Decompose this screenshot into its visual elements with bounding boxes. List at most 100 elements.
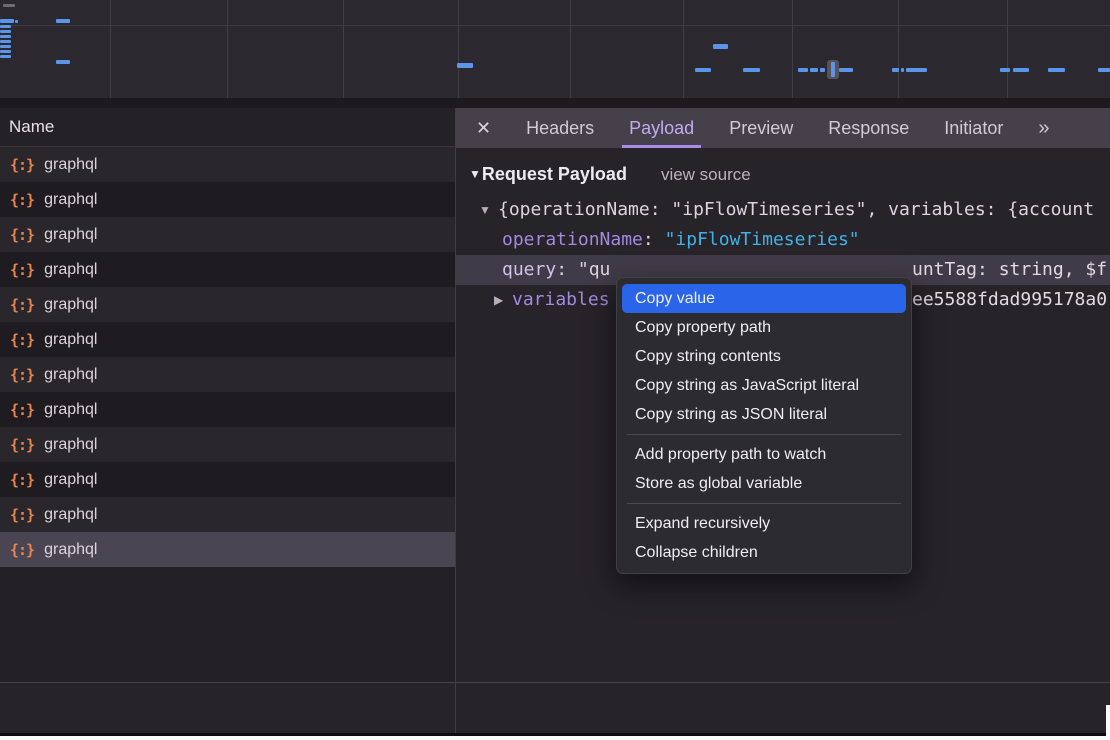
timeline-bar [901, 68, 904, 72]
tab-headers[interactable]: Headers [526, 108, 594, 148]
menu-item-copy-string-as-json-literal[interactable]: Copy string as JSON literal [622, 400, 906, 429]
expanded-arrow-icon[interactable]: ▼ [479, 195, 491, 225]
timeline-bar [0, 19, 14, 23]
menu-item-copy-property-path[interactable]: Copy property path [622, 313, 906, 342]
request-list: {:} graphql {:} graphql {:} graphql {:} graphql… [0, 147, 455, 567]
overview-gridline [227, 0, 228, 98]
json-braces-icon: {:} [10, 506, 34, 524]
timeline-bar [3, 4, 15, 7]
json-braces-icon: {:} [10, 366, 34, 384]
menu-item-collapse-children[interactable]: Collapse children [622, 538, 906, 567]
detail-tabs: Headers Payload Preview Response Initiator [526, 108, 1038, 148]
timeline-bar [0, 30, 11, 33]
close-icon[interactable]: ✕ [476, 108, 491, 148]
request-row-label: graphql [44, 401, 97, 419]
overview-gridline [1007, 0, 1008, 98]
json-braces-icon: {:} [10, 296, 34, 314]
request-row[interactable]: {:} graphql [0, 392, 455, 427]
request-row[interactable]: {:}graphql [0, 427, 455, 462]
request-row[interactable]: {:}graphql [0, 357, 455, 392]
timeline-selected-marker-core [831, 62, 835, 77]
json-braces-icon: {:} [10, 191, 34, 209]
tree-segment: "qu [578, 259, 611, 280]
request-row-label: graphql [44, 541, 97, 559]
overview-gridline [898, 0, 899, 98]
name-column-header[interactable]: Name [0, 108, 455, 147]
request-payload-header: ▼Request Payload view source [455, 148, 1110, 185]
timeline-bar [695, 68, 711, 72]
request-row[interactable]: {:} graphql [0, 497, 455, 532]
tree-segment: : [556, 259, 578, 280]
tree-segment: operationName [502, 229, 643, 250]
panel-divider[interactable] [455, 108, 456, 733]
request-row[interactable]: {:}graphql [0, 462, 455, 497]
tab-payload[interactable]: Payload [622, 108, 701, 148]
detail-tabbar: ✕ Headers Payload Preview Response Initiator… [455, 108, 1110, 148]
overview-gridline [683, 0, 684, 98]
tab-response[interactable]: Response [828, 108, 909, 148]
menu-item-expand-recursively[interactable]: Expand recursively [622, 509, 906, 538]
timeline-bar [15, 20, 18, 23]
timeline-bar [0, 25, 11, 28]
tree-segment: variables [512, 289, 610, 310]
menu-item-copy-string-contents[interactable]: Copy string contents [622, 342, 906, 371]
timeline-bar [810, 68, 818, 72]
json-braces-icon: {:} [10, 541, 34, 559]
collapsed-arrow-icon[interactable]: ▶ [494, 285, 503, 315]
view-source-link[interactable]: view source [661, 165, 751, 185]
overview-bottom-strip [0, 98, 1110, 108]
network-overview[interactable] [0, 0, 1110, 98]
timeline-bar [0, 50, 11, 53]
tree-segment: : [643, 229, 665, 250]
overview-gridline [792, 0, 793, 98]
tree-row-0[interactable]: ▼ {operationName: "ipFlowTimeseries", var… [455, 195, 1110, 225]
timeline-bar [1098, 68, 1110, 72]
timeline-bar [1048, 68, 1065, 72]
tree-segment: {operationName: "ipFlowTimeseries", vari… [498, 199, 1094, 220]
request-row-label: graphql [44, 296, 97, 314]
request-row-label: graphql [44, 226, 97, 244]
timeline-bar [743, 68, 760, 72]
json-braces-icon: {:} [10, 436, 34, 454]
page-behind-right-edge [1106, 705, 1110, 736]
request-row-label: graphql [44, 261, 97, 279]
request-row-label: graphql [44, 156, 97, 174]
request-row[interactable]: {:}graphql [0, 147, 455, 182]
menu-separator [627, 434, 901, 435]
timeline-bar [798, 68, 808, 72]
timeline-bar [0, 55, 11, 58]
request-row-label: graphql [44, 506, 97, 524]
timeline-bar [892, 68, 899, 72]
tree-segment: query [502, 259, 556, 280]
request-row-label: graphql [44, 191, 97, 209]
menu-item-add-property-path-to-watch[interactable]: Add property path to watch [622, 440, 906, 469]
menu-item-copy-string-as-javascript-literal[interactable]: Copy string as JavaScript literal [622, 371, 906, 400]
tab-initiator[interactable]: Initiator [944, 108, 1003, 148]
request-row[interactable]: {:} graphql [0, 532, 455, 567]
request-row[interactable]: {:}graphql [0, 322, 455, 357]
timeline-bar [906, 68, 927, 72]
more-tabs-icon[interactable]: » [1038, 108, 1049, 148]
menu-item-copy-value[interactable]: Copy value [622, 284, 906, 313]
tab-preview[interactable]: Preview [729, 108, 793, 148]
page-behind-strip [0, 736, 1110, 740]
overview-hline [0, 25, 1110, 26]
timeline-selected-marker [827, 60, 839, 79]
tree-row-1[interactable]: operationName: "ipFlowTimeseries" [455, 225, 1110, 255]
context-menu: Copy valueCopy property pathCopy string … [616, 277, 912, 574]
menu-item-store-as-global-variable[interactable]: Store as global variable [622, 469, 906, 498]
tree-right-fragment: ee5588fdad995178a0 [912, 285, 1107, 315]
json-braces-icon: {:} [10, 401, 34, 419]
timeline-bar [1013, 68, 1029, 72]
request-row[interactable]: {:} graphql [0, 287, 455, 322]
timeline-bar [56, 60, 70, 64]
timeline-bar [457, 63, 473, 68]
request-row[interactable]: {:}graphql [0, 217, 455, 252]
menu-separator [627, 503, 901, 504]
request-row[interactable]: {:}graphql [0, 252, 455, 287]
request-row[interactable]: {:} graphql [0, 182, 455, 217]
section-expander-icon: ▼ [469, 167, 481, 181]
request-row-label: graphql [44, 331, 97, 349]
request-payload-title[interactable]: ▼Request Payload [469, 164, 627, 185]
timeline-bar [820, 68, 825, 72]
